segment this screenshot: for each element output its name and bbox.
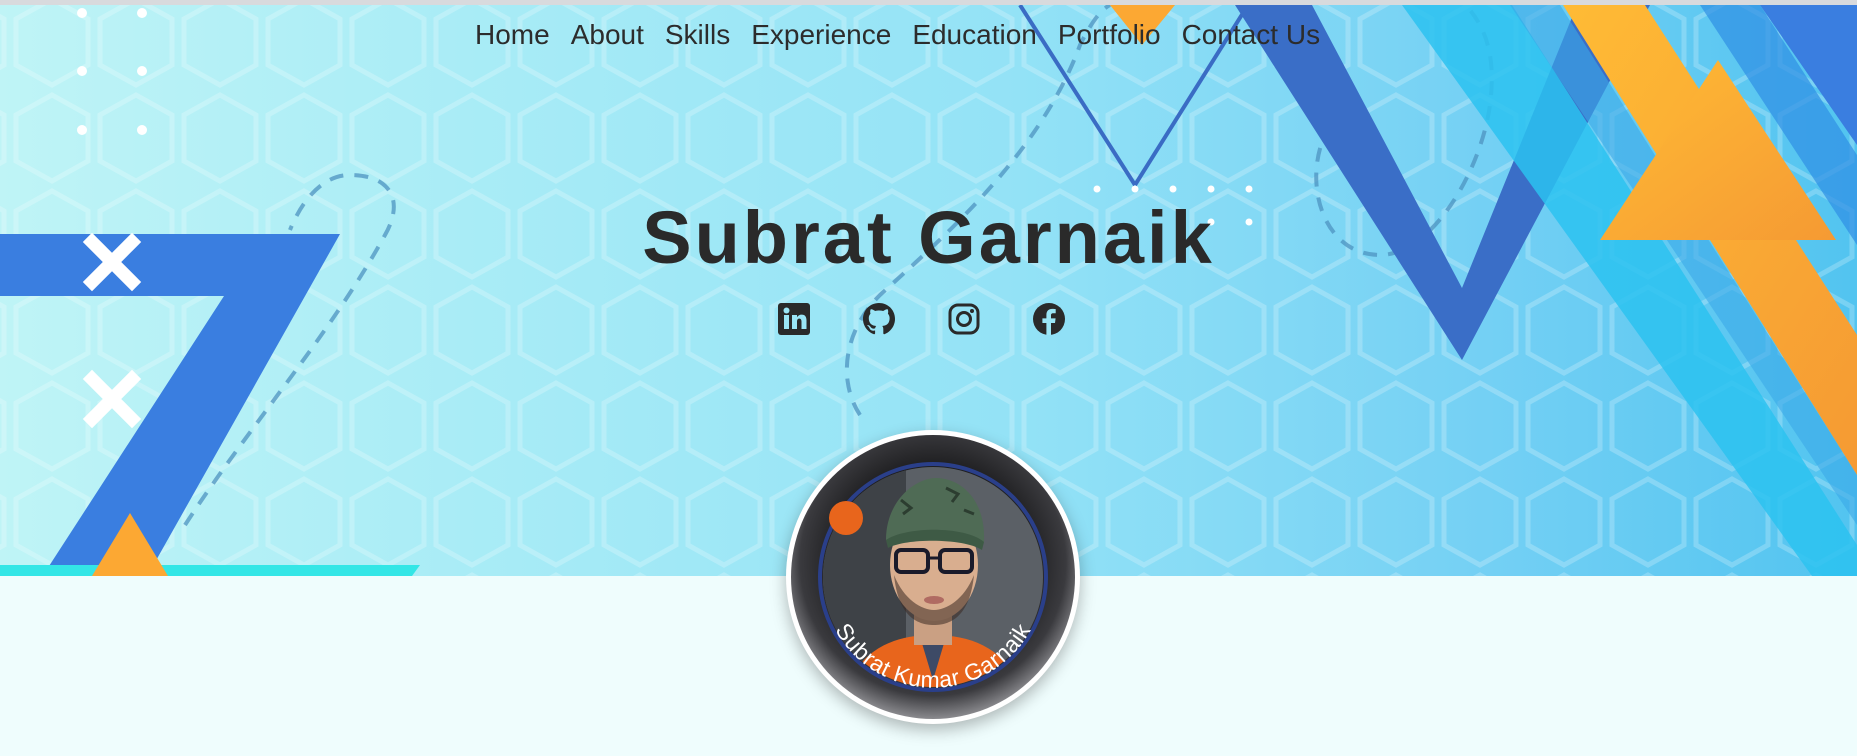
facebook-link[interactable] [1031,301,1067,337]
github-link[interactable] [861,301,897,337]
nav-education-link[interactable]: Education [912,19,1037,51]
linkedin-link[interactable] [776,301,812,337]
nav-portfolio-link[interactable]: Portfolio [1058,19,1161,51]
nav-contact-link[interactable]: Contact Us [1182,19,1321,51]
nav-home-link[interactable]: Home [475,19,550,51]
instagram-icon [948,303,980,335]
avatar: Subrat Kumar Garnaik [786,430,1080,724]
page-title: Subrat Garnaik [642,196,1215,279]
avatar-portrait: Subrat Kumar Garnaik [791,435,1075,719]
social-links [776,301,1067,337]
nav-experience-link[interactable]: Experience [751,19,891,51]
linkedin-icon [778,303,810,335]
top-border [0,0,1857,5]
instagram-link[interactable] [946,301,982,337]
nav-skills-link[interactable]: Skills [665,19,730,51]
facebook-icon [1033,303,1065,335]
main-nav: Home About Skills Experience Education P… [475,18,1375,52]
nav-about-link[interactable]: About [571,19,644,51]
github-icon [863,303,895,335]
